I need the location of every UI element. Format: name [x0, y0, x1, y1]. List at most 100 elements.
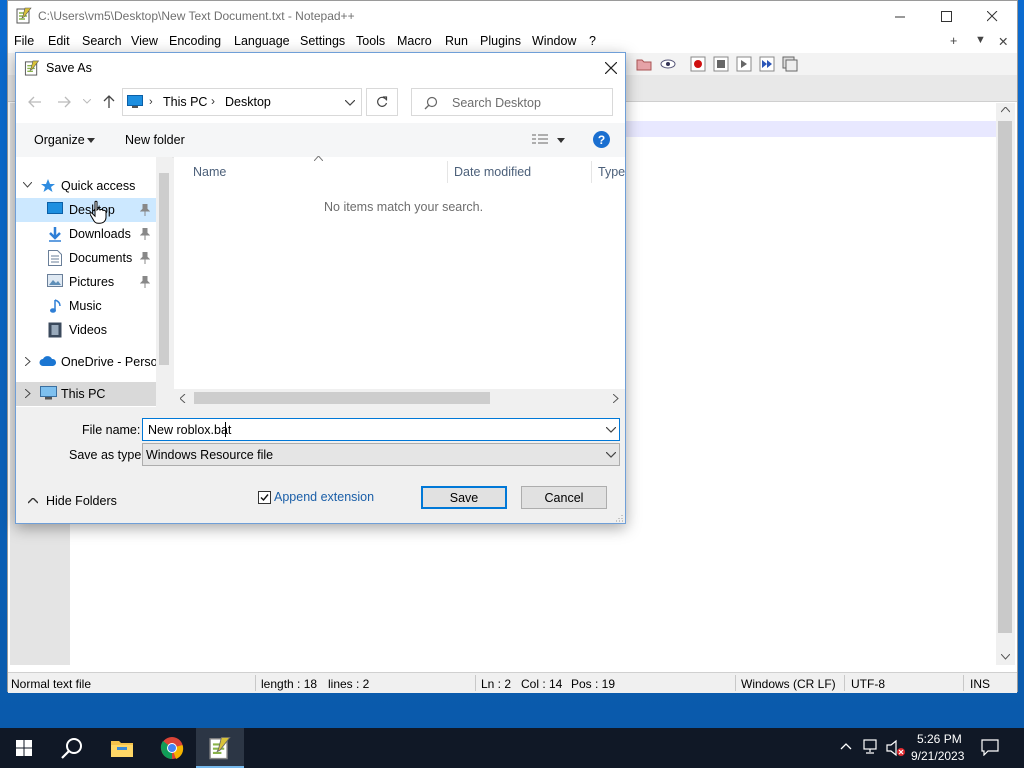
- tab-list-dropdown-icon[interactable]: ▼: [975, 34, 986, 46]
- menu-run[interactable]: Run: [445, 34, 468, 48]
- append-extension-label[interactable]: Append extension: [274, 490, 374, 504]
- chevron-down-icon[interactable]: [606, 452, 616, 458]
- navigation-pane-scroll-thumb[interactable]: [159, 173, 169, 365]
- file-explorer-button[interactable]: [98, 728, 146, 768]
- change-view-icon[interactable]: [532, 133, 548, 147]
- eye-icon[interactable]: [660, 56, 676, 72]
- play-macro-icon[interactable]: [736, 56, 752, 72]
- menu-tools[interactable]: Tools: [356, 34, 385, 48]
- chevron-right-icon[interactable]: [25, 357, 31, 366]
- notepadpp-app-icon: [24, 60, 40, 76]
- organize-button[interactable]: Organize: [34, 133, 85, 147]
- chrome-button[interactable]: [148, 728, 196, 768]
- menu-view[interactable]: View: [131, 34, 158, 48]
- search-box[interactable]: Search Desktop: [411, 88, 613, 116]
- close-tab-icon[interactable]: ✕: [998, 34, 1008, 49]
- tree-item-pictures[interactable]: Pictures: [16, 270, 156, 294]
- file-list-scroll-thumb[interactable]: [194, 392, 490, 404]
- column-header-date-modified[interactable]: Date modified: [454, 165, 531, 179]
- column-divider[interactable]: [591, 161, 592, 183]
- refresh-button[interactable]: [366, 88, 398, 116]
- editor-scroll-thumb[interactable]: [998, 121, 1012, 633]
- breadcrumb-this-pc[interactable]: This PC: [163, 95, 207, 109]
- dialog-title: Save As: [46, 61, 92, 75]
- menu-plugins[interactable]: Plugins: [480, 34, 521, 48]
- clock-date[interactable]: 9/21/2023: [911, 749, 964, 763]
- record-macro-icon[interactable]: [690, 56, 706, 72]
- show-hidden-icons-chevron-icon[interactable]: [840, 742, 852, 750]
- column-header-name[interactable]: Name: [193, 165, 226, 179]
- hide-folders-button[interactable]: Hide Folders: [28, 494, 118, 514]
- chevron-down-icon[interactable]: [23, 182, 32, 188]
- address-dropdown-chevron-icon[interactable]: [345, 100, 355, 106]
- taskbar: 5:26 PM 9/21/2023: [0, 728, 1024, 768]
- tree-item-documents[interactable]: Documents: [16, 246, 156, 270]
- status-separator: [844, 675, 845, 691]
- notifications-icon[interactable]: [981, 739, 999, 756]
- dialog-close-button[interactable]: [596, 53, 626, 83]
- start-button[interactable]: [0, 728, 48, 768]
- tree-item-videos[interactable]: Videos: [16, 318, 156, 342]
- resize-grip-icon[interactable]: [614, 513, 623, 522]
- close-button[interactable]: [969, 1, 1015, 31]
- tree-label: Downloads: [69, 227, 131, 241]
- new-folder-button[interactable]: New folder: [125, 133, 185, 147]
- tree-item-this-pc[interactable]: This PC: [16, 382, 156, 406]
- up-arrow-icon[interactable]: [103, 95, 115, 109]
- forward-arrow-icon[interactable]: [57, 96, 71, 108]
- append-extension-checkbox[interactable]: [258, 491, 271, 504]
- folder-icon: [111, 741, 133, 757]
- tree-item-quick-access[interactable]: Quick access: [16, 174, 156, 198]
- view-options-dropdown-icon[interactable]: [557, 138, 565, 143]
- network-icon[interactable]: [863, 739, 881, 755]
- save-as-type-select[interactable]: Windows Resource file: [142, 443, 620, 466]
- status-eol: Windows (CR LF): [741, 677, 836, 691]
- star-icon: [40, 178, 56, 194]
- address-bar[interactable]: › This PC › Desktop: [122, 88, 362, 116]
- folder-icon[interactable]: [636, 56, 652, 72]
- recent-locations-chevron-icon[interactable]: [83, 99, 91, 104]
- breadcrumb-desktop[interactable]: Desktop: [225, 95, 271, 109]
- save-as-type-value: Windows Resource file: [146, 448, 274, 462]
- file-name-input[interactable]: New roblox.bat: [142, 418, 620, 441]
- chevron-down-icon[interactable]: [606, 427, 616, 433]
- organize-dropdown-icon[interactable]: [87, 138, 95, 143]
- empty-results-message: No items match your search.: [324, 200, 484, 214]
- status-separator: [963, 675, 964, 691]
- chevron-right-icon[interactable]: [25, 389, 31, 398]
- save-macro-icon[interactable]: [782, 56, 798, 72]
- search-button[interactable]: [48, 728, 96, 768]
- stop-macro-icon[interactable]: [713, 56, 729, 72]
- notepadpp-icon: [209, 736, 231, 760]
- tree-item-onedrive[interactable]: OneDrive - Persor: [16, 350, 162, 374]
- menu-file[interactable]: File: [14, 34, 34, 48]
- column-divider[interactable]: [447, 161, 448, 183]
- tree-item-desktop[interactable]: Desktop: [16, 198, 156, 222]
- maximize-button[interactable]: [923, 1, 969, 31]
- search-icon: [424, 96, 438, 110]
- save-button[interactable]: Save: [421, 486, 507, 509]
- notepadpp-title: C:\Users\vm5\Desktop\New Text Document.t…: [38, 9, 355, 23]
- menu-settings[interactable]: Settings: [300, 34, 345, 48]
- tree-item-music[interactable]: Music: [16, 294, 156, 318]
- help-icon[interactable]: ?: [593, 131, 610, 148]
- new-tab-plus-icon[interactable]: +: [950, 34, 957, 48]
- notepadpp-taskbar-button[interactable]: [196, 728, 244, 768]
- menu-macro[interactable]: Macro: [397, 34, 432, 48]
- menu-help[interactable]: ?: [589, 34, 596, 48]
- menu-edit[interactable]: Edit: [48, 34, 70, 48]
- run-macro-multiple-icon[interactable]: [759, 56, 775, 72]
- clock-time[interactable]: 5:26 PM: [917, 732, 962, 746]
- back-arrow-icon[interactable]: [28, 96, 42, 108]
- menu-encoding[interactable]: Encoding: [169, 34, 221, 48]
- notepadpp-statusbar: Normal text file length : 18 lines : 2 L…: [8, 672, 1017, 693]
- menu-language[interactable]: Language: [234, 34, 290, 48]
- volume-muted-icon[interactable]: [886, 739, 906, 757]
- hand-cursor-icon: [90, 200, 108, 224]
- menu-window[interactable]: Window: [532, 34, 576, 48]
- tree-item-downloads[interactable]: Downloads: [16, 222, 156, 246]
- menu-search[interactable]: Search: [82, 34, 122, 48]
- cancel-button[interactable]: Cancel: [521, 486, 607, 509]
- minimize-button[interactable]: [877, 1, 923, 31]
- column-header-type[interactable]: Type: [598, 165, 625, 179]
